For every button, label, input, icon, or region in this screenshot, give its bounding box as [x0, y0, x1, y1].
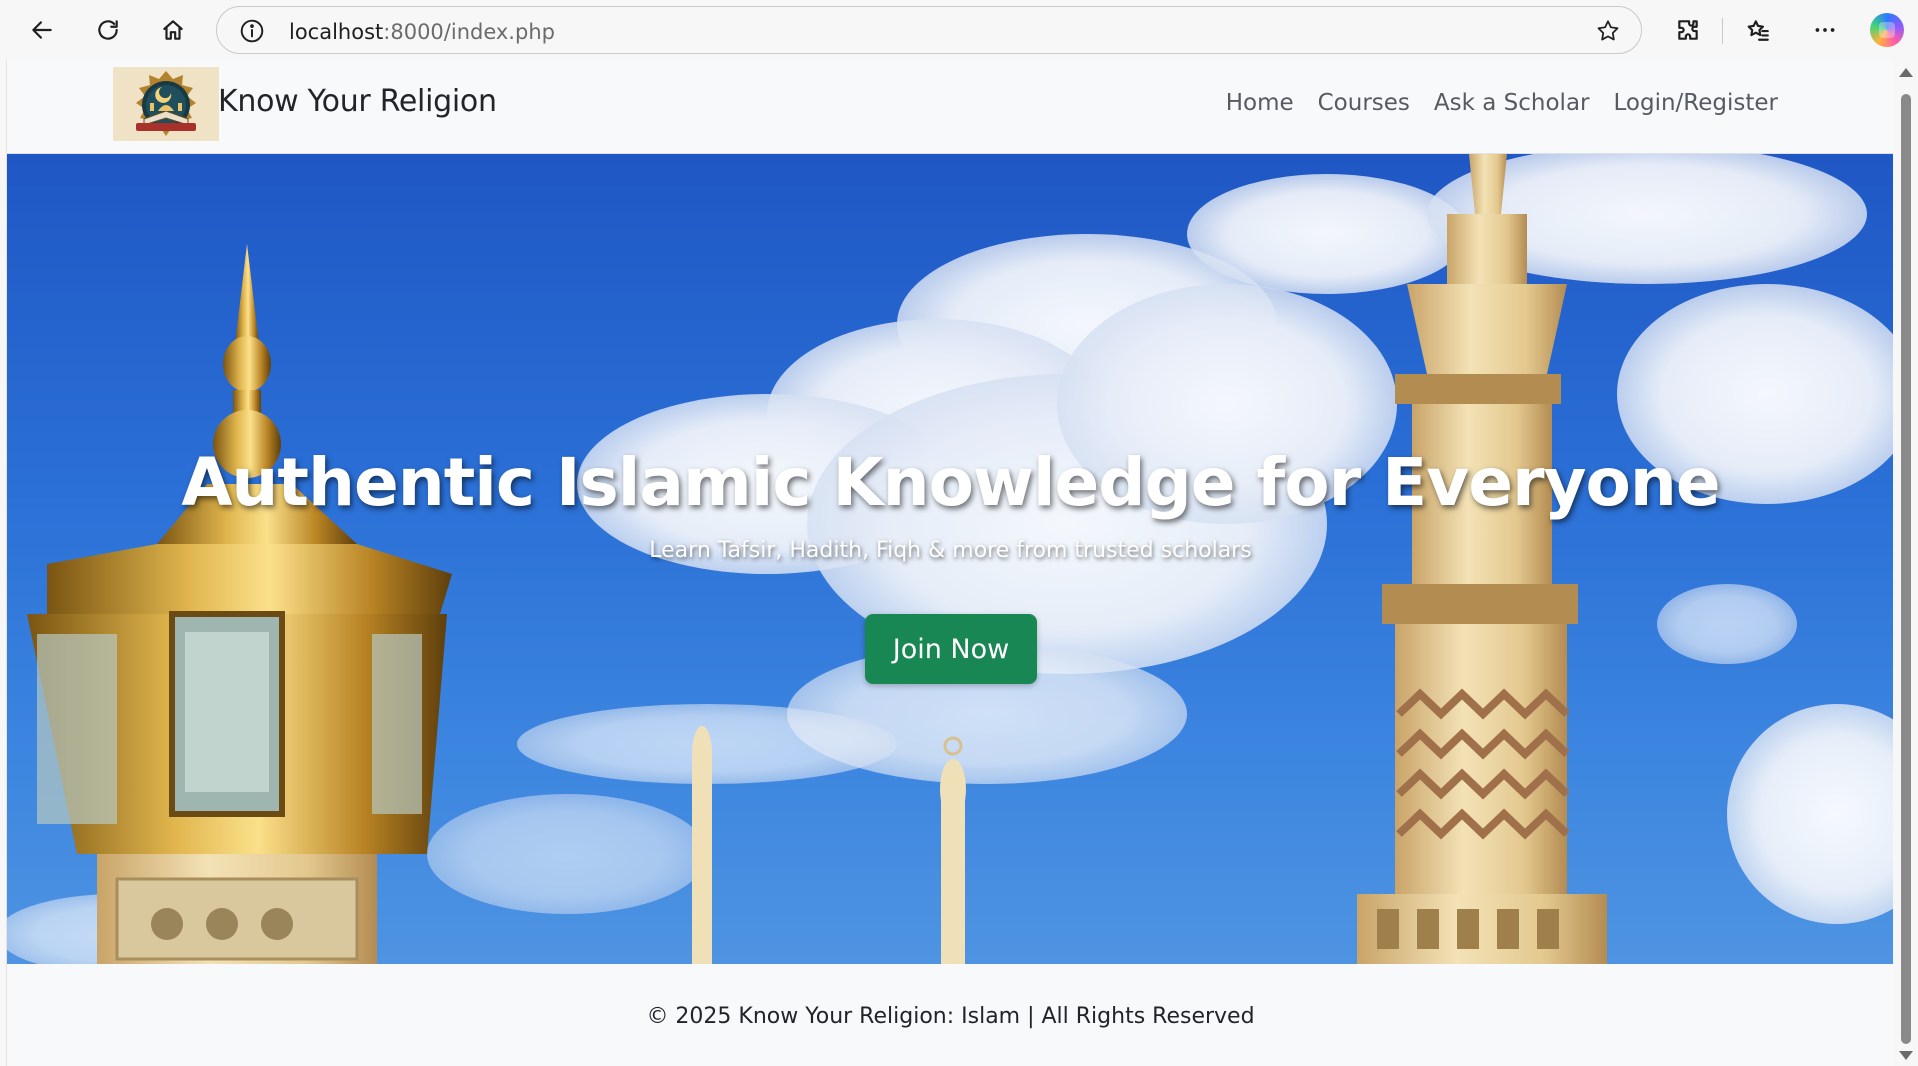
nav-links: Home Courses Ask a Scholar Login/Registe… — [1202, 90, 1778, 116]
info-icon[interactable] — [239, 18, 265, 44]
favorites-icon[interactable] — [1738, 10, 1778, 50]
page-viewport: Know Your Religion Home Courses Ask a Sc… — [6, 60, 1893, 1066]
scrollbar-thumb[interactable] — [1901, 94, 1911, 1044]
url-text[interactable]: localhost:8000/index.php — [289, 20, 555, 44]
copilot-icon[interactable] — [1870, 13, 1904, 47]
hero-subtitle: Learn Tafsir, Hadith, Fiqh & more from t… — [649, 538, 1252, 563]
more-icon[interactable] — [1805, 10, 1845, 50]
page-scrollbar[interactable] — [1893, 60, 1918, 1066]
toolbar-divider — [1722, 18, 1723, 44]
back-icon[interactable] — [22, 10, 62, 50]
site-logo[interactable] — [113, 67, 219, 141]
reload-icon[interactable] — [88, 10, 128, 50]
browser-toolbar: localhost:8000/index.php — [0, 0, 1918, 60]
hero-section: Authentic Islamic Knowledge for Everyone… — [7, 154, 1893, 964]
home-icon[interactable] — [153, 10, 193, 50]
scroll-down-icon[interactable] — [1899, 1051, 1913, 1060]
join-now-button[interactable]: Join Now — [865, 614, 1037, 684]
site-footer: © 2025 Know Your Religion: Islam | All R… — [7, 964, 1893, 1066]
scroll-up-icon[interactable] — [1899, 68, 1913, 77]
nav-home[interactable]: Home — [1226, 90, 1294, 116]
url-path: :8000/index.php — [383, 20, 555, 44]
hero-title: Authentic Islamic Knowledge for Everyone — [181, 444, 1720, 521]
site-brand[interactable]: Know Your Religion — [218, 84, 497, 119]
nav-login-register[interactable]: Login/Register — [1614, 90, 1779, 116]
address-bar[interactable]: localhost:8000/index.php — [216, 6, 1642, 54]
footer-copyright: © 2025 Know Your Religion: Islam | All R… — [646, 1004, 1255, 1029]
url-host: localhost — [289, 20, 384, 44]
nav-ask-a-scholar[interactable]: Ask a Scholar — [1434, 90, 1590, 116]
extensions-icon[interactable] — [1668, 10, 1708, 50]
favorite-star-icon[interactable] — [1595, 18, 1621, 44]
site-navbar: Know Your Religion Home Courses Ask a Sc… — [7, 60, 1893, 154]
nav-courses[interactable]: Courses — [1318, 90, 1410, 116]
